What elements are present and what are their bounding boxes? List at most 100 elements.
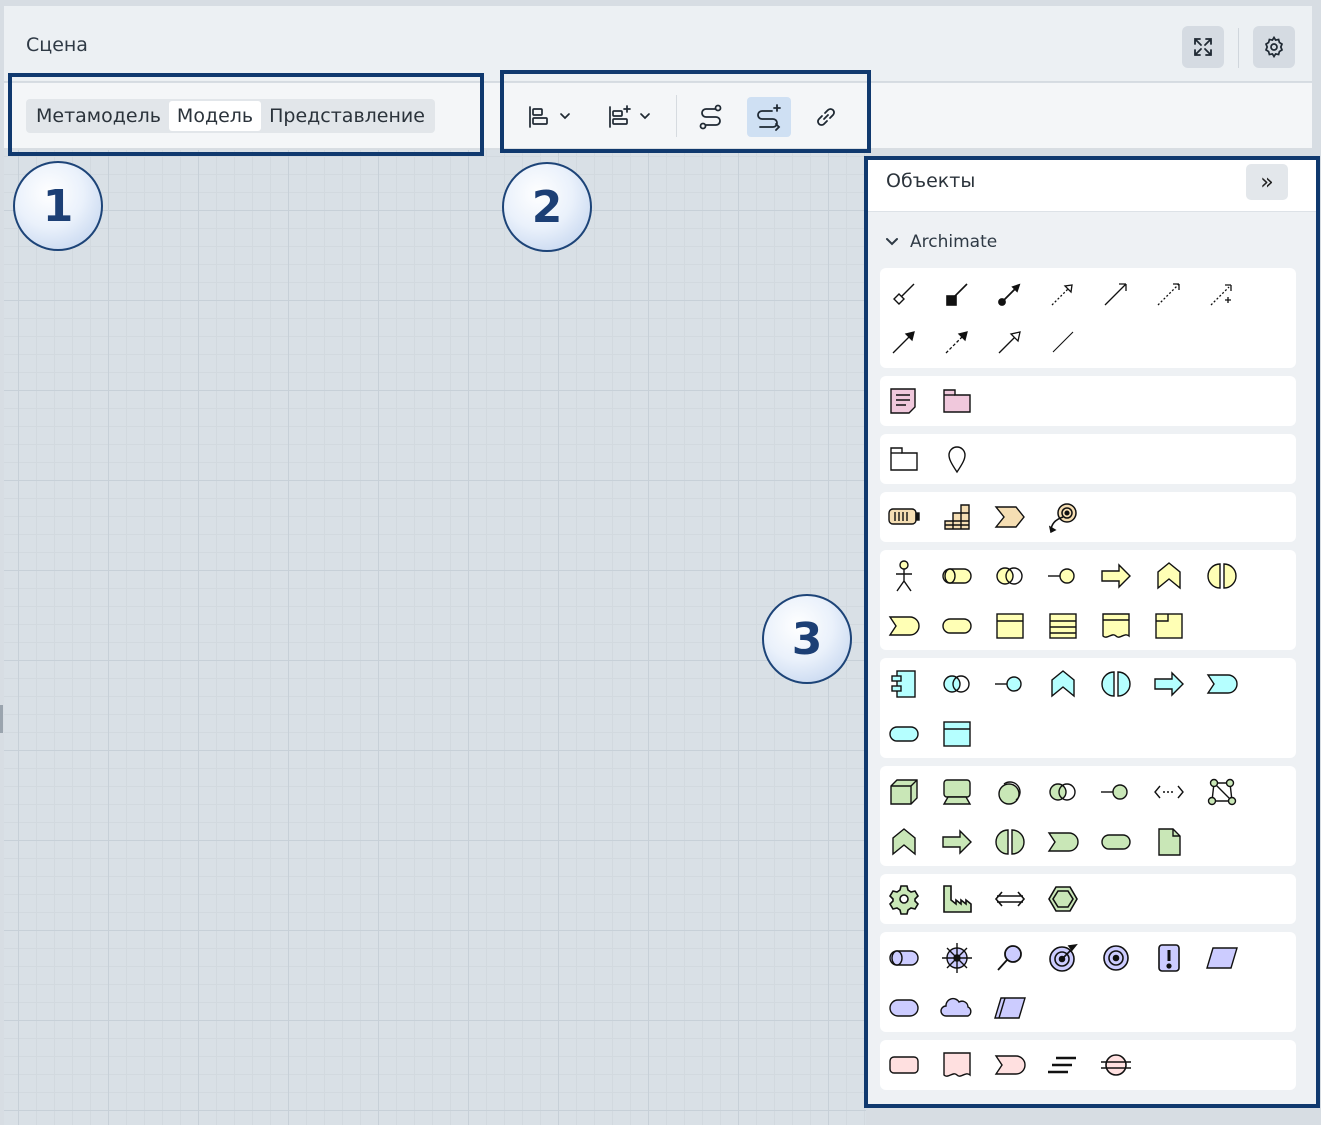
note-icon[interactable]: [886, 383, 922, 419]
resource-icon[interactable]: [886, 499, 922, 535]
business-group: [880, 550, 1296, 650]
group-icon[interactable]: [939, 383, 975, 419]
align-add-dropdown-button[interactable]: [600, 97, 656, 137]
access-relation-icon[interactable]: [1151, 276, 1187, 312]
application-event-icon[interactable]: [1204, 666, 1240, 702]
application-group: [880, 658, 1296, 758]
technology-function-icon[interactable]: [886, 824, 922, 860]
business-role-icon[interactable]: [939, 558, 975, 594]
business-interaction-icon[interactable]: [1204, 558, 1240, 594]
toolbar-separator: [676, 95, 677, 137]
gear-icon: [1262, 35, 1286, 59]
double-chevron-right-icon: »: [1260, 169, 1274, 195]
marker-3: 3: [762, 594, 852, 684]
product-icon[interactable]: [1151, 608, 1187, 644]
business-event-icon[interactable]: [886, 608, 922, 644]
facility-icon[interactable]: [939, 881, 975, 917]
business-actor-icon[interactable]: [886, 558, 922, 594]
business-function-icon[interactable]: [1151, 558, 1187, 594]
realization-relation-icon[interactable]: [1045, 276, 1081, 312]
material-icon[interactable]: [1045, 881, 1081, 917]
driver-icon[interactable]: [939, 940, 975, 976]
settings-button[interactable]: [1253, 26, 1295, 68]
location-icon[interactable]: [939, 441, 975, 477]
technology-process-icon[interactable]: [939, 824, 975, 860]
technology-event-icon[interactable]: [1045, 824, 1081, 860]
gap-icon[interactable]: [1098, 1047, 1134, 1083]
objects-panel-title: Объекты: [886, 170, 976, 192]
scene-header: Сцена: [4, 6, 1312, 82]
align-dropdown-button[interactable]: [520, 97, 576, 137]
goal-icon[interactable]: [1045, 940, 1081, 976]
association-relation-icon[interactable]: [1045, 324, 1081, 360]
route-add-button[interactable]: [747, 97, 791, 137]
technology-service-icon[interactable]: [1098, 824, 1134, 860]
constraint-icon[interactable]: [992, 990, 1028, 1026]
value-icon[interactable]: [886, 990, 922, 1026]
artifact-icon[interactable]: [1151, 824, 1187, 860]
other-group-1: [880, 376, 1296, 426]
application-collaboration-icon[interactable]: [939, 666, 975, 702]
plateau-icon[interactable]: [1045, 1047, 1081, 1083]
application-function-icon[interactable]: [1045, 666, 1081, 702]
scene-toolbar: Метамодель Модель Представление: [4, 83, 1312, 149]
equipment-icon[interactable]: [886, 881, 922, 917]
aggregation-relation-icon[interactable]: [939, 276, 975, 312]
system-software-icon[interactable]: [992, 774, 1028, 810]
scene-canvas[interactable]: [4, 150, 866, 1125]
composition-relation-icon[interactable]: [886, 276, 922, 312]
requirement-icon[interactable]: [1204, 940, 1240, 976]
mode-metamodel[interactable]: Метамодель: [28, 101, 169, 131]
principle-icon[interactable]: [1151, 940, 1187, 976]
resize-handle[interactable]: [0, 705, 3, 733]
data-object-icon[interactable]: [939, 716, 975, 752]
application-component-icon[interactable]: [886, 666, 922, 702]
assessment-icon[interactable]: [992, 940, 1028, 976]
business-collaboration-icon[interactable]: [992, 558, 1028, 594]
application-interaction-icon[interactable]: [1098, 666, 1134, 702]
assignment-relation-icon[interactable]: [992, 276, 1028, 312]
route-button[interactable]: [690, 97, 732, 137]
technology-interaction-icon[interactable]: [992, 824, 1028, 860]
grouping-icon[interactable]: [886, 441, 922, 477]
distribution-network-icon[interactable]: [992, 881, 1028, 917]
node-icon[interactable]: [886, 774, 922, 810]
specialization-relation-icon[interactable]: [992, 324, 1028, 360]
collapse-panel-button[interactable]: »: [1246, 164, 1288, 200]
serving-relation-icon[interactable]: [1098, 276, 1134, 312]
objects-panel: Объекты » Archimate: [868, 158, 1317, 1106]
implementation-event-icon[interactable]: [992, 1047, 1028, 1083]
contract-icon[interactable]: [1045, 608, 1081, 644]
deliverable-icon[interactable]: [939, 1047, 975, 1083]
technology-collaboration-icon[interactable]: [1045, 774, 1081, 810]
capability-icon[interactable]: [939, 499, 975, 535]
business-object-icon[interactable]: [992, 608, 1028, 644]
influence-relation-icon[interactable]: [1204, 276, 1240, 312]
business-service-icon[interactable]: [939, 608, 975, 644]
value-stream-icon[interactable]: [992, 499, 1028, 535]
meaning-icon[interactable]: [939, 990, 975, 1026]
representation-icon[interactable]: [1098, 608, 1134, 644]
mode-model[interactable]: Модель: [168, 101, 262, 131]
mode-view[interactable]: Представление: [261, 101, 433, 131]
communication-network-icon[interactable]: [1204, 774, 1240, 810]
triggering-relation-icon[interactable]: [886, 324, 922, 360]
work-package-icon[interactable]: [886, 1047, 922, 1083]
business-process-icon[interactable]: [1098, 558, 1134, 594]
application-interface-icon[interactable]: [992, 666, 1028, 702]
device-icon[interactable]: [939, 774, 975, 810]
objects-panel-header: Объекты »: [868, 158, 1317, 212]
align-left-icon: [524, 104, 572, 130]
outcome-icon[interactable]: [1098, 940, 1134, 976]
course-of-action-icon[interactable]: [1045, 499, 1081, 535]
business-interface-icon[interactable]: [1045, 558, 1081, 594]
link-button[interactable]: [805, 97, 847, 137]
application-process-icon[interactable]: [1151, 666, 1187, 702]
fullscreen-button[interactable]: [1182, 26, 1224, 68]
application-service-icon[interactable]: [886, 716, 922, 752]
archimate-section-header[interactable]: Archimate: [884, 232, 997, 252]
stakeholder-icon[interactable]: [886, 940, 922, 976]
path-icon[interactable]: [1151, 774, 1187, 810]
technology-interface-icon[interactable]: [1098, 774, 1134, 810]
flow-relation-icon[interactable]: [939, 324, 975, 360]
